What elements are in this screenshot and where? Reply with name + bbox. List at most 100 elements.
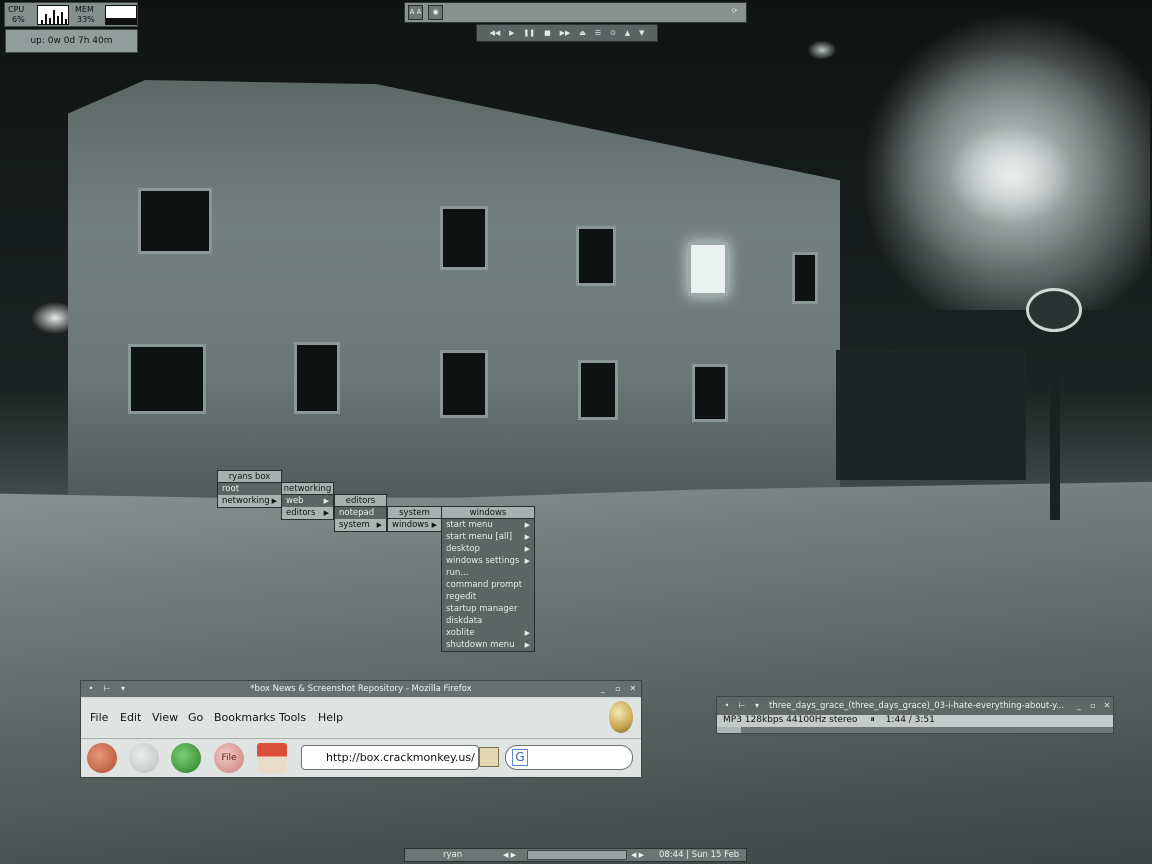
file-button[interactable]: File xyxy=(214,743,244,773)
menu-item-editors[interactable]: editors ▶ xyxy=(282,507,333,519)
chevron-down-icon[interactable]: ▾ xyxy=(751,700,763,712)
chevron-down-icon[interactable]: ▾ xyxy=(117,683,129,695)
system-monitor: CPU 6% MEM 33% xyxy=(4,2,138,27)
music-player-window: • ⊢ ▾ three_days_grace_(three_days_grace… xyxy=(716,696,1114,734)
menu-item-diskdata[interactable]: diskdata xyxy=(442,615,534,627)
shade-icon[interactable]: ⊢ xyxy=(101,683,113,695)
refresh-icon[interactable]: ⟳ xyxy=(727,5,742,20)
firefox-titlebar[interactable]: • ⊢ ▾ *box News & Screenshot Repository … xyxy=(81,681,641,697)
cpu-value: 6% xyxy=(12,15,25,24)
seek-handle[interactable] xyxy=(717,727,741,733)
wallpaper-tree xyxy=(860,10,1150,310)
cpu-graph xyxy=(37,5,69,25)
menu-tools[interactable]: Tools xyxy=(279,711,306,724)
close-icon[interactable]: ✕ xyxy=(627,683,639,695)
firefox-menubar: File Edit View Go Bookmarks Tools Help xyxy=(81,699,641,739)
forward-button[interactable] xyxy=(129,743,159,773)
app-icon[interactable]: ◉ xyxy=(428,5,443,20)
volume-up-icon[interactable]: ▲ xyxy=(625,29,630,37)
eject-icon[interactable]: ⏏ xyxy=(579,29,586,37)
search-input[interactable]: G xyxy=(505,745,633,770)
shade-icon[interactable]: ⊢ xyxy=(736,700,748,712)
menu-root: ryans box root networking ▶ xyxy=(217,470,282,508)
menu-networking-title: networking xyxy=(282,483,333,495)
pause-icon[interactable]: ❚❚ xyxy=(523,29,535,37)
menu-view[interactable]: View xyxy=(152,711,178,724)
menu-item-command-prompt[interactable]: command prompt xyxy=(442,579,534,591)
mem-label: MEM xyxy=(75,5,94,14)
google-icon: G xyxy=(512,749,528,766)
menu-item-desktop[interactable]: desktop ▶ xyxy=(442,543,534,555)
menu-item-windows-settings[interactable]: windows settings ▶ xyxy=(442,555,534,567)
menu-item-run[interactable]: run... xyxy=(442,567,534,579)
cpu-label: CPU xyxy=(8,5,25,14)
menu-item-notepad[interactable]: notepad xyxy=(335,507,386,519)
menu-item-shutdown-menu[interactable]: shutdown menu ▶ xyxy=(442,639,534,651)
home-button[interactable] xyxy=(257,743,287,773)
menu-item-startup-manager[interactable]: startup manager xyxy=(442,603,534,615)
go-button[interactable] xyxy=(479,747,499,767)
mem-value: 33% xyxy=(77,15,95,24)
menu-item-web[interactable]: web ▶ xyxy=(282,495,333,507)
minimize-icon[interactable]: _ xyxy=(597,683,609,695)
menu-item-root[interactable]: root xyxy=(218,483,281,495)
window-menu-icon[interactable]: • xyxy=(721,700,733,712)
menu-system: system windows ▶ xyxy=(387,506,442,532)
menu-windows-title: windows xyxy=(442,507,534,519)
task-slot[interactable] xyxy=(527,850,627,860)
wallpaper-snow xyxy=(0,481,1152,864)
taskbar: ryan ◀ ▶ ◀ ▶ 08:44 | Sun 15 Feb xyxy=(404,848,747,862)
menu-help[interactable]: Help xyxy=(318,711,343,724)
track-format: MP3 128kbps 44100Hz stereo xyxy=(723,715,858,725)
clock: 08:44 | Sun 15 Feb xyxy=(659,850,740,860)
back-button[interactable] xyxy=(87,743,117,773)
workspace-name[interactable]: ryan xyxy=(443,849,462,861)
previous-icon[interactable]: ◀◀ xyxy=(489,29,500,37)
wallpaper-building-shadow xyxy=(836,350,1026,480)
options-icon[interactable]: ⊙ xyxy=(610,29,616,37)
menu-item-system[interactable]: system ▶ xyxy=(335,519,386,531)
track-info: MP3 128kbps 44100Hz stereo ⏸ 1:44 / 3:51 xyxy=(717,715,1113,725)
pause-icon: ⏸ xyxy=(870,715,875,725)
menu-item-start-menu[interactable]: start menu ▶ xyxy=(442,519,534,531)
window-menu-icon[interactable]: • xyxy=(85,683,97,695)
mem-graph xyxy=(105,5,137,25)
menu-editors: editors notepad system ▶ xyxy=(334,494,387,532)
seek-bar[interactable] xyxy=(717,727,1113,733)
track-title: three_days_grace_(three_days_grace)_03-i… xyxy=(769,701,1065,711)
volume-down-icon[interactable]: ▼ xyxy=(639,29,644,37)
menu-system-title: system xyxy=(388,507,441,519)
player-titlebar[interactable]: • ⊢ ▾ three_days_grace_(three_days_grace… xyxy=(717,697,1113,715)
firefox-navbar: File http://box.crackmonkey.us/ G xyxy=(81,739,641,777)
maximize-icon[interactable]: ▫ xyxy=(1087,700,1099,712)
menu-edit[interactable]: Edit xyxy=(120,711,141,724)
minimize-icon[interactable]: _ xyxy=(1073,700,1085,712)
play-icon[interactable]: ▶ xyxy=(509,29,514,37)
wallpaper-lamp-post xyxy=(1050,320,1060,520)
url-input[interactable]: http://box.crackmonkey.us/ xyxy=(301,745,479,770)
menu-item-windows[interactable]: windows ▶ xyxy=(388,519,441,531)
maximize-icon[interactable]: ▫ xyxy=(612,683,624,695)
menu-item-xoblite[interactable]: xoblite ▶ xyxy=(442,627,534,639)
menu-go[interactable]: Go xyxy=(188,711,203,724)
uptime-display: up: 0w 0d 7h 40m xyxy=(5,29,138,53)
menu-item-start-menu-all[interactable]: start menu [all] ▶ xyxy=(442,531,534,543)
wallpaper-building xyxy=(68,80,840,498)
firefox-window: • ⊢ ▾ *box News & Screenshot Repository … xyxy=(80,680,642,778)
menu-bookmarks[interactable]: Bookmarks xyxy=(214,711,275,724)
playlist-icon[interactable]: ☰ xyxy=(595,29,601,37)
throbber-icon xyxy=(609,701,633,733)
menu-windows: windows start menu ▶ start menu [all] ▶ de… xyxy=(441,506,535,652)
font-button[interactable]: A A xyxy=(408,5,423,20)
menu-item-regedit[interactable]: regedit xyxy=(442,591,534,603)
menu-item-networking[interactable]: networking ▶ xyxy=(218,495,281,507)
next-icon[interactable]: ▶▶ xyxy=(560,29,571,37)
menu-root-title: ryans box xyxy=(218,471,281,483)
workspace-prev-icon[interactable]: ◀ ▶ xyxy=(503,849,516,861)
close-icon[interactable]: ✕ xyxy=(1101,700,1113,712)
menu-file[interactable]: File xyxy=(90,711,108,724)
reload-button[interactable] xyxy=(171,743,201,773)
task-nav-icon[interactable]: ◀ ▶ xyxy=(631,849,644,861)
firefox-title-text: *box News & Screenshot Repository - Mozi… xyxy=(250,684,472,694)
stop-icon[interactable]: ■ xyxy=(544,29,551,37)
